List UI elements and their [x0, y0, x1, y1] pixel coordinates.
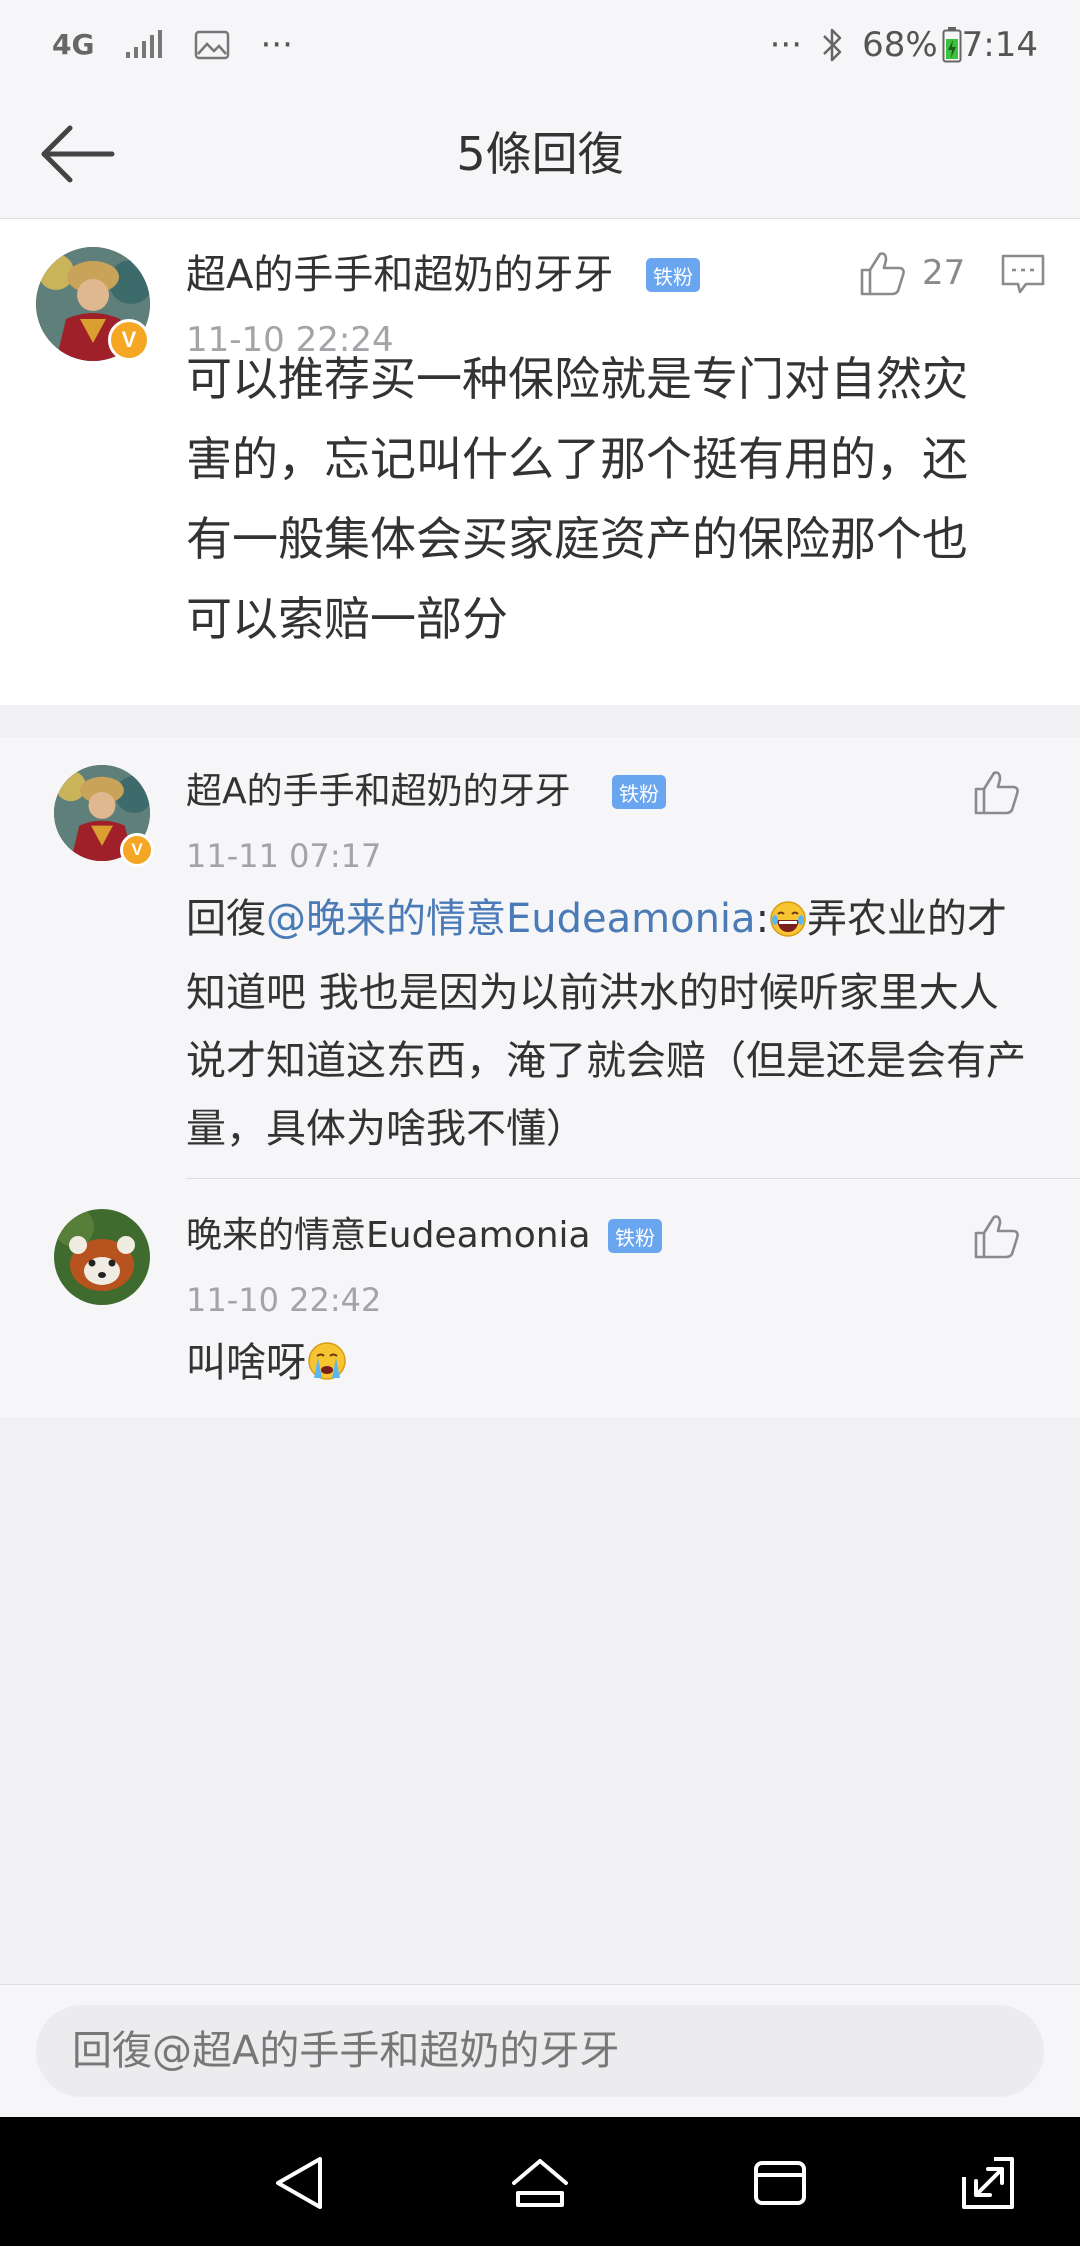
fan-badge: 铁粉 [608, 1219, 662, 1253]
main-comment: V 超A的手手和超奶的牙牙 铁粉 11-10 22:24 27 可以推荐买一种保… [0, 219, 1080, 705]
screen: 4G ··· ··· 68% 7:14 5條回復 V 超A的手手和超奶的牙牙 铁… [0, 0, 1080, 2246]
triangle-back-icon [276, 2157, 322, 2209]
reply-text: 叫啥呀 [186, 1329, 1032, 1403]
expand-icon [962, 2157, 1014, 2209]
back-button[interactable] [28, 112, 128, 196]
timestamp: 11-10 22:42 [186, 1281, 382, 1319]
image-icon [194, 30, 230, 60]
home-icon [512, 2159, 568, 2207]
battery-percent: 68% [862, 25, 938, 65]
thumbs-up-icon [974, 1215, 1019, 1259]
network-type: 4G [52, 28, 95, 61]
username[interactable]: 晚来的情意Eudeamonia [186, 1211, 591, 1261]
system-nav-bar [0, 2117, 1080, 2246]
verified-icon: V [120, 833, 154, 867]
status-right: ··· 68% 7:14 [770, 0, 1038, 90]
nav-home-button[interactable] [502, 2145, 578, 2221]
status-left: 4G ··· [52, 0, 293, 90]
top-nav: 5條回復 [0, 90, 1080, 219]
status-more-right: ··· [769, 25, 803, 65]
bluetooth-icon [820, 27, 844, 63]
reply-input[interactable]: 回復@超A的手手和超奶的牙牙 [36, 2005, 1044, 2097]
battery-icon [942, 27, 962, 63]
avatar[interactable] [54, 1209, 150, 1305]
like-button[interactable]: 27 [858, 245, 965, 301]
username[interactable]: 超A的手手和超奶的牙牙 [186, 247, 613, 303]
fan-badge: 铁粉 [612, 775, 666, 809]
recent-apps-icon [754, 2161, 806, 2205]
list-item: V 超A的手手和超奶的牙牙 铁粉 11-11 07:17 回復@晚来的情意Eud… [0, 737, 1080, 1178]
thumbs-up-icon [974, 771, 1019, 815]
username[interactable]: 超A的手手和超奶的牙牙 [186, 767, 571, 817]
reply-prefix: 回復 [186, 896, 266, 942]
comment-text: 可以推荐买一种保险就是专门对自然灾害的，忘记叫什么了那个挺有用的，还有一般集体会… [186, 352, 968, 646]
verified-icon: V [108, 319, 150, 361]
reply-bar: 回復@超A的手手和超奶的牙牙 [0, 1984, 1080, 2117]
page-title: 5條回復 [456, 127, 624, 181]
thumbs-up-icon [860, 252, 905, 296]
nav-back-button[interactable] [262, 2145, 338, 2221]
comment-icon [1001, 254, 1045, 294]
nav-recent-button[interactable] [742, 2145, 818, 2221]
fan-badge: 铁粉 [646, 258, 700, 292]
signal-icon [124, 30, 164, 60]
like-button[interactable] [972, 765, 1022, 819]
laughing-emoji-icon [769, 891, 807, 959]
comment-button[interactable] [1000, 251, 1046, 297]
like-count: 27 [922, 253, 966, 293]
crying-emoji-icon [306, 1335, 348, 1403]
mention-link[interactable]: @晚来的情意Eudeamonia [266, 896, 756, 942]
like-button[interactable] [972, 1209, 1022, 1263]
status-more-left: ··· [260, 25, 293, 65]
nav-expand-button[interactable] [950, 2145, 1026, 2221]
mention-colon: : [755, 896, 770, 942]
list-item: 晚来的情意Eudeamonia 铁粉 11-10 22:42 叫啥呀 [0, 1179, 1080, 1417]
reply-text: 回復@晚来的情意Eudeamonia: 弄农业的才知道吧 我也是因为以前洪水的时候… [186, 885, 1032, 1163]
timestamp: 11-11 07:17 [186, 837, 382, 875]
reply-body: 叫啥呀 [186, 1340, 306, 1386]
clock: 7:14 [961, 25, 1038, 65]
arrow-left-icon [41, 125, 115, 183]
replies-list: V 超A的手手和超奶的牙牙 铁粉 11-11 07:17 回復@晚来的情意Eud… [0, 737, 1080, 1417]
status-bar: 4G ··· ··· 68% 7:14 [0, 0, 1080, 90]
